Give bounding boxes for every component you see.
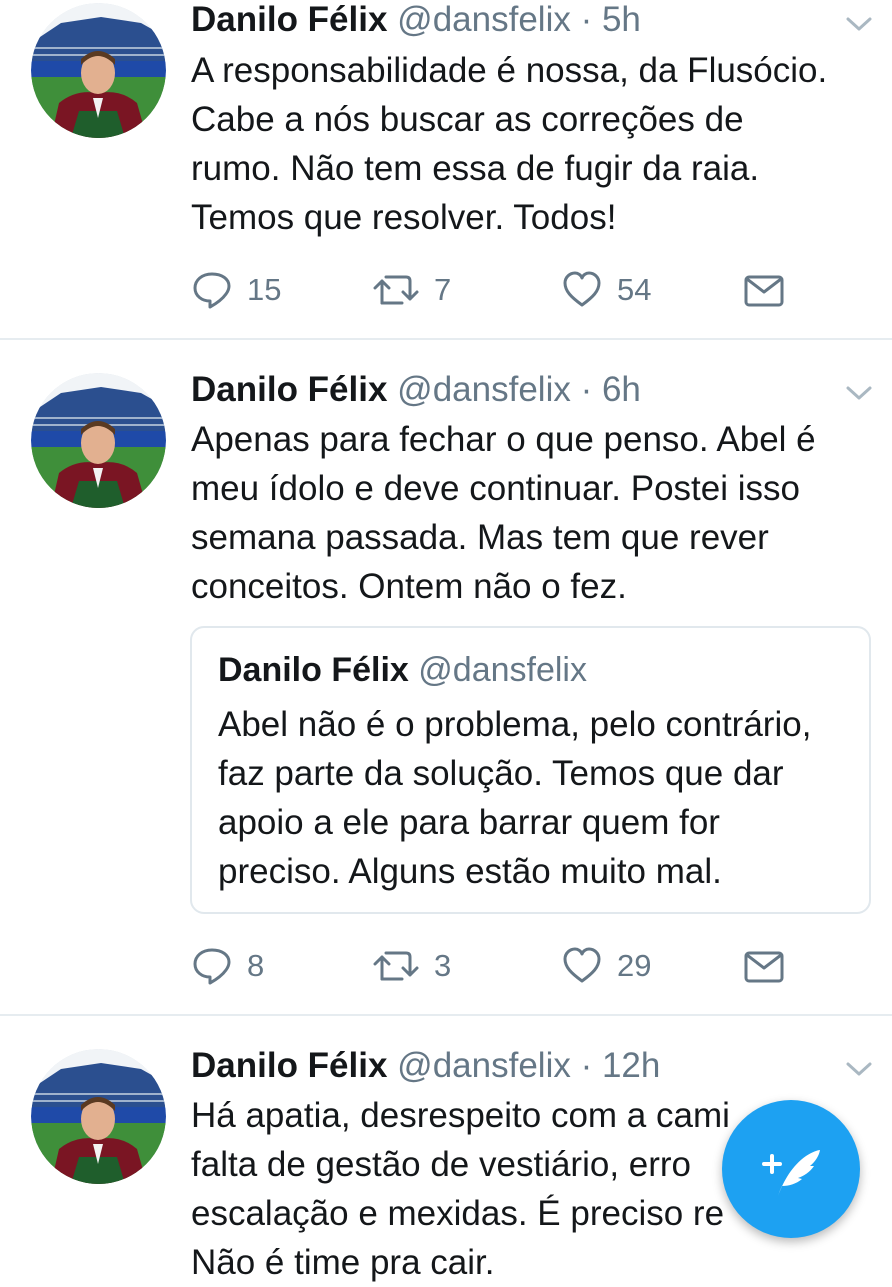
like-count: 29: [617, 948, 652, 983]
tweet-text-line: conceitos. Ontem não o fez.: [191, 567, 627, 606]
compose-tweet-icon: [762, 1150, 820, 1196]
tweet-text-line: rumo. Não tem essa de fugir da raia.: [191, 149, 760, 188]
heart-icon: [563, 271, 601, 307]
timestamp[interactable]: 5h: [602, 0, 641, 39]
author-name[interactable]: Danilo Félix: [191, 1046, 387, 1085]
author-handle[interactable]: @dansfelix: [397, 0, 571, 39]
tweet-text-line: meu ídolo e deve continuar. Postei isso: [191, 469, 800, 508]
reply-icon: [193, 948, 231, 985]
reply-icon: [193, 272, 231, 309]
tweet-text: A responsabilidade é nossa, da Flusócio.…: [191, 46, 871, 242]
like-button[interactable]: 29: [561, 944, 651, 988]
author-name[interactable]: Danilo Félix: [191, 0, 387, 39]
reply-count: 15: [247, 272, 282, 307]
direct-message-button[interactable]: [744, 268, 784, 312]
retweet-icon: [373, 275, 419, 305]
separator-dot: ·: [580, 0, 593, 39]
timestamp[interactable]: 12h: [602, 1046, 660, 1085]
direct-message-button[interactable]: [744, 944, 784, 988]
tweet-header: Danilo Félix @dansfelix · 5h: [191, 0, 641, 40]
like-count: 54: [617, 272, 652, 307]
tweet-divider: [0, 338, 892, 340]
reply-button[interactable]: 15: [191, 268, 281, 312]
separator-dot: ·: [580, 1046, 593, 1085]
avatar[interactable]: [31, 373, 166, 508]
envelope-icon: [744, 275, 784, 307]
reply-count: 8: [247, 948, 265, 983]
compose-tweet-button[interactable]: [722, 1100, 860, 1238]
quoted-author-handle: @dansfelix: [418, 651, 587, 689]
tweet-text-line: Apenas para fechar o que penso. Abel é: [191, 420, 816, 459]
timestamp[interactable]: 6h: [602, 370, 641, 409]
tweet-text-line: semana passada. Mas tem que rever: [191, 518, 769, 557]
quoted-tweet-header: Danilo Félix @dansfelix: [218, 650, 587, 690]
quoted-text-line: preciso. Alguns estão muito mal.: [218, 852, 722, 891]
quoted-text-line: Abel não é o problema, pelo contrário,: [218, 705, 812, 744]
quoted-tweet-text: Abel não é o problema, pelo contrário, f…: [218, 700, 811, 896]
tweet-divider: [0, 1014, 892, 1016]
chevron-down-icon[interactable]: [842, 12, 876, 36]
retweet-button[interactable]: 7: [372, 268, 451, 312]
retweet-icon: [373, 951, 419, 981]
retweet-count: 3: [434, 948, 452, 983]
chevron-down-icon[interactable]: [842, 381, 876, 405]
tweet-text: Apenas para fechar o que penso. Abel é m…: [191, 415, 871, 611]
avatar[interactable]: [31, 3, 166, 138]
tweet-text-line: Temos que resolver. Todos!: [191, 198, 617, 237]
quoted-tweet[interactable]: Danilo Félix @dansfelix Abel não é o pro…: [190, 626, 871, 914]
author-name[interactable]: Danilo Félix: [191, 370, 387, 409]
quoted-text-line: faz parte da solução. Temos que dar: [218, 754, 784, 793]
author-handle[interactable]: @dansfelix: [397, 370, 571, 409]
avatar[interactable]: [31, 1049, 166, 1184]
tweet-text-line: A responsabilidade é nossa, da Flusócio.: [191, 51, 828, 90]
separator-dot: ·: [580, 370, 593, 409]
reply-button[interactable]: 8: [191, 944, 264, 988]
chevron-down-icon[interactable]: [842, 1057, 876, 1081]
retweet-button[interactable]: 3: [372, 944, 451, 988]
envelope-icon: [744, 951, 784, 983]
tweet-text-line: Cabe a nós buscar as correções de: [191, 100, 744, 139]
tweet-actions: 15 7 54: [191, 268, 891, 312]
tweet-header: Danilo Félix @dansfelix · 12h: [191, 1046, 660, 1086]
heart-icon: [563, 947, 601, 983]
tweet-actions: 8 3 29: [191, 944, 891, 988]
tweet-header: Danilo Félix @dansfelix · 6h: [191, 370, 641, 410]
author-handle[interactable]: @dansfelix: [397, 1046, 571, 1085]
retweet-count: 7: [434, 272, 452, 307]
quoted-author-name: Danilo Félix: [218, 651, 409, 689]
like-button[interactable]: 54: [561, 268, 651, 312]
quoted-text-line: apoio a ele para barrar quem for: [218, 803, 720, 842]
